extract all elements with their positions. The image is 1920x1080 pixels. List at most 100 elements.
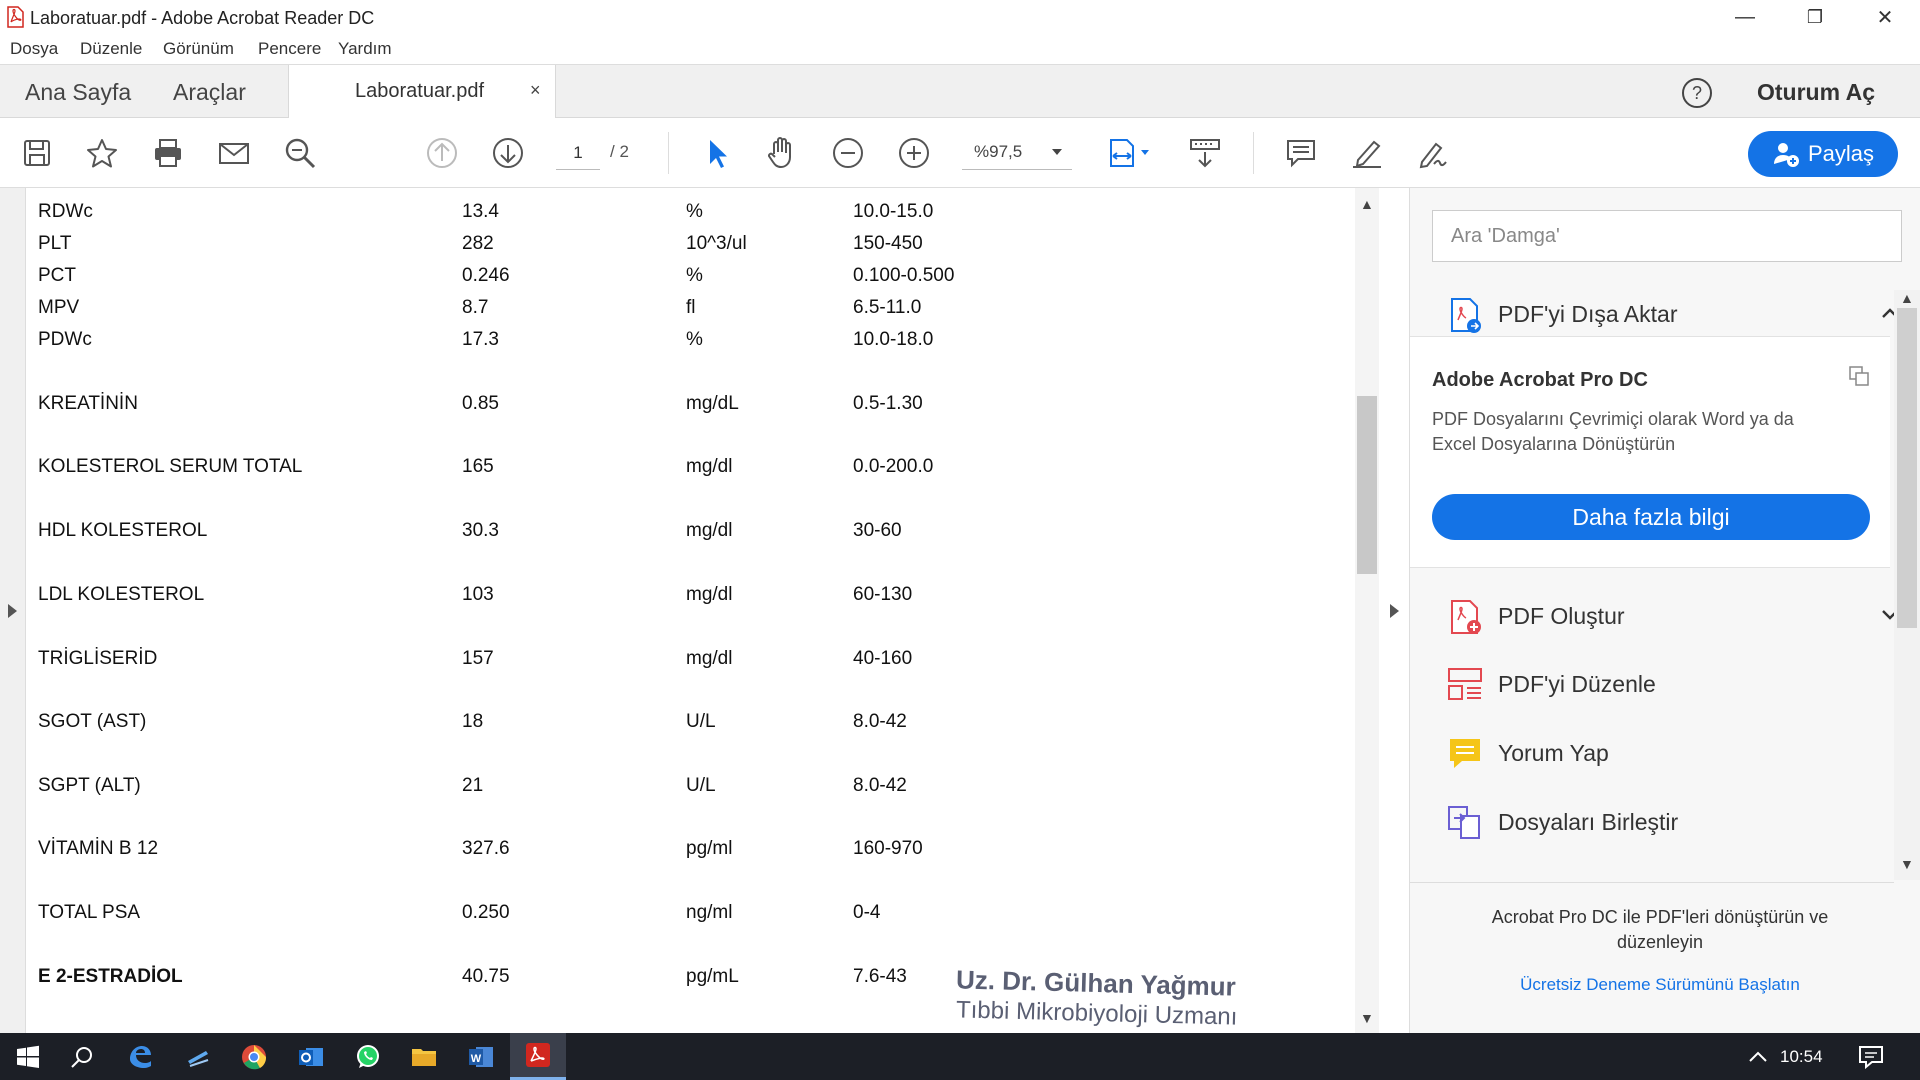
- chrome-icon[interactable]: [226, 1033, 282, 1080]
- acrobat-icon[interactable]: [510, 1033, 566, 1080]
- document-scrollbar[interactable]: ▲ ▼: [1355, 188, 1379, 1033]
- share-label: Paylaş: [1807, 141, 1875, 166]
- right-panel-collapse-toggle[interactable]: [1379, 188, 1410, 1033]
- comment-label: Yorum Yap: [1498, 740, 1609, 766]
- edit-pdf-label: PDF'yi Düzenle: [1498, 671, 1656, 697]
- promo-description: PDF Dosyalarını Çevrimiçi olarak Word ya…: [1432, 409, 1794, 454]
- menu-pencere[interactable]: Pencere: [258, 39, 321, 59]
- help-glyph: ?: [1692, 83, 1702, 103]
- scrollbar-thumb[interactable]: [1357, 396, 1377, 574]
- tab-tools[interactable]: Araçlar: [173, 79, 246, 106]
- fit-page-icon[interactable]: [1100, 133, 1156, 173]
- star-icon[interactable]: [82, 133, 122, 173]
- highlight-pen-icon[interactable]: [1347, 133, 1387, 173]
- share-button[interactable]: Paylaş: [1748, 131, 1898, 177]
- create-pdf-icon: [1451, 600, 1481, 634]
- chevron-up-icon[interactable]: [1748, 1049, 1768, 1063]
- collapse-right-icon: [1390, 604, 1399, 618]
- export-pdf-item[interactable]: PDF'yi Dışa Aktar: [1446, 294, 1898, 338]
- system-clock[interactable]: 10:54: [1780, 1047, 1823, 1067]
- files-icon[interactable]: [170, 1033, 226, 1080]
- file-explorer-icon[interactable]: [396, 1033, 452, 1080]
- svg-text:W: W: [471, 1053, 482, 1065]
- select-cursor-icon[interactable]: [697, 133, 737, 173]
- page-total-label: / 2: [610, 142, 629, 161]
- toolbar-divider: [668, 132, 669, 174]
- create-pdf-label: PDF Oluştur: [1498, 603, 1625, 629]
- save-icon[interactable]: [17, 133, 57, 173]
- notification-icon[interactable]: [1858, 1044, 1884, 1070]
- hand-icon[interactable]: [762, 133, 802, 173]
- comment-icon[interactable]: [1281, 133, 1321, 173]
- menu-gorunum[interactable]: Görünüm: [163, 39, 234, 59]
- minimize-button[interactable]: —: [1710, 0, 1780, 34]
- zoom-level-select[interactable]: %97,5: [962, 136, 1072, 170]
- print-icon[interactable]: [148, 133, 188, 173]
- zoom-in-icon[interactable]: [894, 133, 934, 173]
- export-pdf-icon: [1451, 298, 1481, 333]
- edit-pdf-icon: [1448, 668, 1482, 700]
- sign-icon[interactable]: [1413, 133, 1453, 173]
- search-icon[interactable]: [280, 133, 320, 173]
- zoom-out-icon[interactable]: [828, 133, 868, 173]
- outlook-icon[interactable]: [283, 1033, 339, 1080]
- copy-icon[interactable]: [1848, 365, 1870, 387]
- mail-icon[interactable]: [214, 133, 254, 173]
- combine-files-icon: [1448, 806, 1480, 839]
- left-panel-toggle[interactable]: [0, 188, 26, 1033]
- word-icon[interactable]: W: [453, 1033, 509, 1080]
- windows-start-icon[interactable]: [0, 1033, 56, 1080]
- windows-taskbar: W 10:54: [0, 1033, 1920, 1080]
- tool-search-input[interactable]: [1432, 210, 1902, 262]
- close-tab-icon[interactable]: ×: [530, 80, 541, 101]
- tab-document[interactable]: Laboratuar.pdf ×: [288, 65, 556, 119]
- menu-bar: Dosya Düzenle Görünüm Pencere Yardım: [0, 34, 1920, 64]
- toolbar-divider: [1253, 132, 1254, 174]
- scroll-down-icon[interactable]: ▼: [1360, 1010, 1374, 1026]
- create-pdf-item[interactable]: PDF Oluştur: [1446, 596, 1898, 640]
- acrobat-pro-promo: Adobe Acrobat Pro DC PDF Dosyalarını Çev…: [1410, 336, 1890, 568]
- comment-tool-icon: [1450, 739, 1480, 768]
- promo-title: Adobe Acrobat Pro DC: [1432, 369, 1648, 391]
- expand-left-icon: [8, 604, 17, 618]
- help-icon[interactable]: ?: [1680, 76, 1714, 110]
- combine-files-item[interactable]: Dosyaları Birleştir: [1446, 802, 1886, 846]
- whatsapp-icon[interactable]: [340, 1033, 396, 1080]
- search-icon[interactable]: [54, 1033, 110, 1080]
- tools-panel-footer: Acrobat Pro DC ile PDF'leri dönüştürün v…: [1410, 882, 1894, 1033]
- menu-yardim[interactable]: Yardım: [338, 39, 392, 59]
- learn-more-button[interactable]: Daha fazla bilgi: [1432, 494, 1870, 540]
- scrollbar-thumb[interactable]: [1897, 308, 1917, 628]
- export-pdf-label: PDF'yi Dışa Aktar: [1498, 301, 1678, 327]
- menu-duzenle[interactable]: Düzenle: [80, 39, 142, 59]
- restore-button[interactable]: ❐: [1780, 0, 1850, 34]
- tools-panel: PDF'yi Dışa Aktar Adobe Acrobat Pro DC P…: [1410, 188, 1920, 1033]
- comment-item[interactable]: Yorum Yap: [1446, 733, 1886, 777]
- menu-dosya[interactable]: Dosya: [10, 39, 58, 59]
- doctor-stamp-title: Tıbbi Mikrobiyoloji Uzmanı: [955, 996, 1238, 1031]
- scroll-up-icon[interactable]: ▲: [1900, 290, 1914, 306]
- sign-in-link[interactable]: Oturum Aç: [1757, 79, 1875, 106]
- document-tab-label: Laboratuar.pdf: [355, 80, 484, 102]
- close-window-button[interactable]: ✕: [1850, 0, 1920, 34]
- scroll-down-icon[interactable]: ▼: [1900, 856, 1914, 872]
- scroll-up-icon[interactable]: ▲: [1360, 196, 1374, 212]
- tab-home[interactable]: Ana Sayfa: [25, 79, 131, 106]
- title-bar: Laboratuar.pdf - Adobe Acrobat Reader DC…: [0, 0, 1920, 34]
- edit-pdf-item[interactable]: PDF'yi Düzenle: [1446, 664, 1886, 708]
- page-number-input[interactable]: [556, 136, 600, 170]
- free-trial-link[interactable]: Ücretsiz Deneme Sürümünü Başlatın: [1450, 975, 1870, 995]
- scroll-mode-icon[interactable]: [1185, 133, 1225, 173]
- page-up-icon[interactable]: [422, 133, 462, 173]
- page-down-icon[interactable]: [488, 133, 528, 173]
- tools-panel-scrollbar[interactable]: ▲ ▼: [1894, 290, 1920, 880]
- document-view[interactable]: RDWc 13.4% 10.0-15.0 PLT 282 10^3/ul 150-450 …: [0, 188, 1410, 1033]
- edge-icon[interactable]: [112, 1033, 168, 1080]
- chevron-down-icon: [1052, 149, 1062, 155]
- footer-promo-text: Acrobat Pro DC ile PDF'leri dönüştürün v…: [1491, 907, 1829, 952]
- add-user-icon: [1773, 143, 1799, 167]
- window-title: Laboratuar.pdf - Adobe Acrobat Reader DC: [30, 8, 375, 28]
- tab-bar: Ana Sayfa Araçlar Laboratuar.pdf × ? Otu…: [0, 64, 1920, 119]
- zoom-level-value: %97,5: [974, 142, 1023, 161]
- main-toolbar: / 2 %97,5 Paylaş: [0, 118, 1920, 188]
